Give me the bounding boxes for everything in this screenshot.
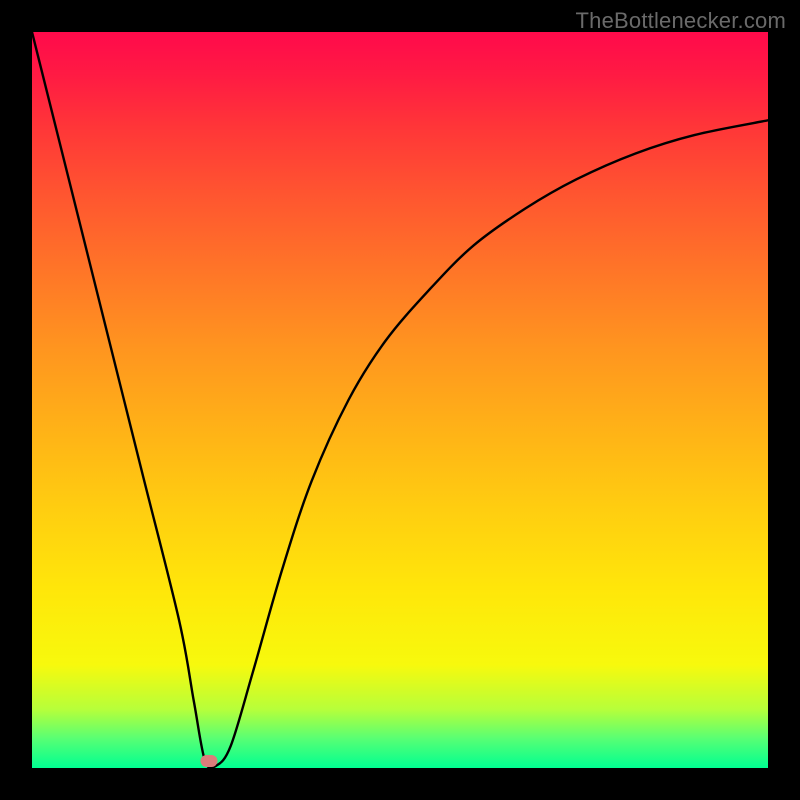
minimum-marker xyxy=(200,755,217,767)
bottleneck-curve xyxy=(32,32,768,768)
plot-area xyxy=(32,32,768,768)
chart-frame: TheBottlenecker.com xyxy=(0,0,800,800)
watermark-text: TheBottlenecker.com xyxy=(576,8,786,34)
